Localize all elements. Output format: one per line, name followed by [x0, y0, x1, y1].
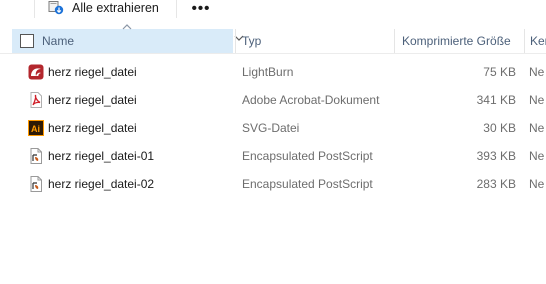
extract-archive-icon [48, 1, 64, 15]
file-name: herz riegel_datei [48, 65, 137, 79]
column-header-type[interactable]: Typ [242, 34, 261, 48]
column-header-compressed-size[interactable]: Komprimierte Größe [402, 34, 511, 48]
extract-all-button[interactable]: Alle extrahieren [48, 0, 159, 16]
file-name: herz riegel_datei-01 [48, 149, 155, 163]
column-divider[interactable] [524, 29, 525, 53]
eps-file-icon [28, 148, 44, 164]
column-header-name[interactable]: Name [12, 24, 244, 53]
file-extra: Ne [529, 65, 545, 79]
column-divider[interactable] [394, 29, 395, 53]
file-type: Encapsulated PostScript [242, 149, 373, 163]
file-name: herz riegel_datei [48, 121, 137, 135]
file-size: 75 KB [483, 65, 516, 79]
file-extra: Ne [529, 177, 545, 191]
pdf-icon [28, 92, 44, 108]
file-row[interactable]: herz riegel_datei LightBurn 75 KB Ne [0, 58, 546, 86]
file-size: 30 KB [483, 121, 516, 135]
eps-file-icon [28, 176, 44, 192]
illustrator-icon: Ai [28, 120, 44, 136]
file-size: 283 KB [476, 177, 516, 191]
file-extra: Ne [529, 149, 545, 163]
select-all-checkbox[interactable] [20, 34, 34, 48]
toolbar-separator [34, 0, 35, 18]
file-row[interactable]: herz riegel_datei-01 Encapsulated PostSc… [0, 142, 546, 170]
toolbar-separator [176, 0, 177, 18]
file-row[interactable]: herz riegel_datei-02 Encapsulated PostSc… [0, 170, 546, 198]
column-header-next[interactable]: Ker [530, 34, 546, 48]
toolbar: Alle extrahieren ••• [0, 0, 546, 22]
lightburn-icon [28, 64, 44, 80]
file-extra: Ne [529, 121, 545, 135]
file-row[interactable]: herz riegel_datei Adobe Acrobat-Dokument… [0, 86, 546, 114]
more-options-icon: ••• [191, 0, 211, 17]
file-type: SVG-Datei [242, 121, 300, 135]
file-type: LightBurn [242, 65, 294, 79]
file-type: Adobe Acrobat-Dokument [242, 93, 380, 107]
file-name: herz riegel_datei [48, 93, 137, 107]
sort-ascending-icon [122, 23, 132, 34]
file-type: Encapsulated PostScript [242, 177, 373, 191]
column-name-label: Name [42, 34, 75, 48]
file-extra: Ne [529, 93, 545, 107]
column-divider[interactable] [235, 29, 236, 53]
more-options-button[interactable]: ••• [189, 0, 213, 17]
svg-text:Ai: Ai [31, 124, 40, 134]
file-size: 341 KB [476, 93, 516, 107]
column-header: Name Typ Komprimierte Größe Ker [0, 24, 546, 54]
extract-all-label: Alle extrahieren [72, 1, 159, 15]
file-row[interactable]: Ai herz riegel_datei SVG-Datei 30 KB Ne [0, 114, 546, 142]
file-size: 393 KB [476, 149, 516, 163]
file-name: herz riegel_datei-02 [48, 177, 155, 191]
